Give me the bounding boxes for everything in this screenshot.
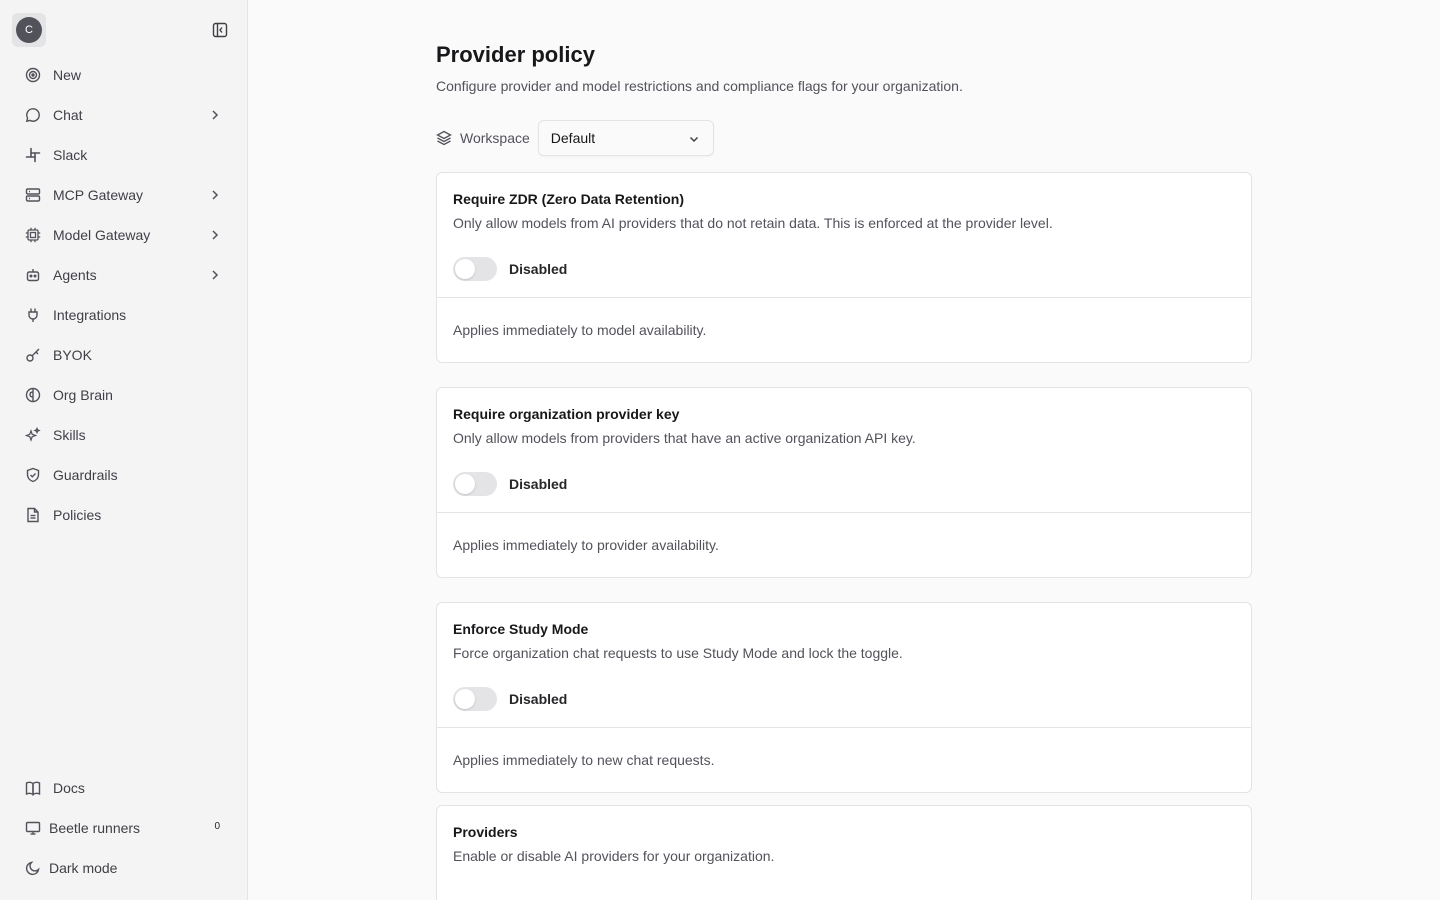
sidebar-item-policies[interactable]: Policies xyxy=(12,495,236,535)
toggle-state-label: Disabled xyxy=(509,476,568,492)
zdr-toggle[interactable] xyxy=(453,257,497,281)
study-mode-toggle[interactable] xyxy=(453,687,497,711)
brain-icon xyxy=(24,386,42,404)
card-body: Require organization provider key Only a… xyxy=(437,388,1251,513)
sidebar-item-label: BYOK xyxy=(53,347,92,363)
toggle-state-label: Disabled xyxy=(509,261,568,277)
sidebar-collapse-icon[interactable] xyxy=(210,20,230,40)
workspace-selector-row: Workspace Default xyxy=(436,120,714,156)
sidebar-item-guardrails[interactable]: Guardrails xyxy=(12,455,236,495)
sidebar-item-integrations[interactable]: Integrations xyxy=(12,295,236,335)
toggle-row: Disabled xyxy=(453,687,567,711)
toggle-knob xyxy=(455,474,475,494)
card-footer-text: Applies immediately to provider availabi… xyxy=(453,537,719,553)
moon-icon xyxy=(24,859,42,877)
target-icon xyxy=(24,66,42,84)
bot-icon xyxy=(24,266,42,284)
card-title: Providers xyxy=(453,824,518,840)
card-footer: Applies immediately to new chat requests… xyxy=(437,728,1251,792)
card-description: Enable or disable AI providers for your … xyxy=(453,848,775,864)
study-mode-card: Enforce Study Mode Force organization ch… xyxy=(436,602,1252,793)
sidebar-item-beetle-runners[interactable]: Beetle runners 0 xyxy=(12,808,236,848)
card-title: Enforce Study Mode xyxy=(453,621,589,637)
sidebar: C New Chat Slack MCP Gateway Model Gatew… xyxy=(0,0,248,900)
sidebar-item-label: Dark mode xyxy=(49,860,118,876)
sidebar-header: C xyxy=(12,13,236,47)
card-description: Force organization chat requests to use … xyxy=(453,645,903,661)
shield-check-icon xyxy=(24,466,42,484)
main-content: Provider policy Configure provider and m… xyxy=(248,0,1440,900)
cpu-icon xyxy=(24,226,42,244)
toggle-row: Disabled xyxy=(453,257,567,281)
runners-count-badge: 0 xyxy=(214,821,220,832)
sparkles-icon xyxy=(24,426,42,444)
org-provider-key-card: Require organization provider key Only a… xyxy=(436,387,1252,578)
org-switcher-button[interactable]: C xyxy=(12,13,46,47)
book-icon xyxy=(24,779,42,797)
toggle-row: Disabled xyxy=(453,472,567,496)
sidebar-item-org-brain[interactable]: Org Brain xyxy=(12,375,236,415)
page-title: Provider policy xyxy=(436,42,595,67)
server-icon xyxy=(24,186,42,204)
sidebar-item-label: Integrations xyxy=(53,307,127,323)
document-icon xyxy=(24,506,42,524)
workspace-selected-value: Default xyxy=(550,130,596,146)
card-body: Enforce Study Mode Force organization ch… xyxy=(437,603,1251,728)
sidebar-item-mcp-gateway[interactable]: MCP Gateway xyxy=(12,175,236,215)
sidebar-item-label: Policies xyxy=(53,507,102,523)
sidebar-item-agents[interactable]: Agents xyxy=(12,255,236,295)
card-footer: Applies immediately to model availabilit… xyxy=(437,298,1251,362)
chevron-right-icon xyxy=(212,110,219,120)
toggle-knob xyxy=(455,689,475,709)
sidebar-item-label: New xyxy=(53,67,82,83)
card-title: Require organization provider key xyxy=(453,406,680,422)
providers-card: Providers Enable or disable AI providers… xyxy=(436,805,1252,900)
org-provider-key-toggle[interactable] xyxy=(453,472,497,496)
zdr-policy-card: Require ZDR (Zero Data Retention) Only a… xyxy=(436,172,1252,363)
sidebar-item-label: Model Gateway xyxy=(53,227,151,243)
toggle-state-label: Disabled xyxy=(509,691,568,707)
chevron-right-icon xyxy=(212,230,219,240)
workspace-select[interactable]: Default xyxy=(537,120,714,156)
layers-icon xyxy=(436,130,452,146)
sidebar-item-chat[interactable]: Chat xyxy=(12,95,236,135)
sidebar-item-label: Beetle runners xyxy=(49,820,141,836)
chevron-down-icon xyxy=(689,136,698,143)
page-subtitle: Configure provider and model restriction… xyxy=(436,78,963,94)
sidebar-item-label: Docs xyxy=(53,780,85,796)
avatar: C xyxy=(16,17,42,43)
plug-icon xyxy=(24,306,42,324)
sidebar-item-new[interactable]: New xyxy=(12,55,236,95)
sidebar-footer: Docs Beetle runners 0 Dark mode xyxy=(12,768,236,888)
sidebar-item-label: Agents xyxy=(53,267,97,283)
chat-bubble-icon xyxy=(24,106,42,124)
chevron-right-icon xyxy=(212,270,219,280)
card-description: Only allow models from providers that ha… xyxy=(453,430,916,446)
card-footer-text: Applies immediately to new chat requests… xyxy=(453,752,715,768)
sidebar-item-label: Guardrails xyxy=(53,467,118,483)
dark-mode-toggle[interactable]: Dark mode xyxy=(12,848,236,888)
sidebar-item-label: MCP Gateway xyxy=(53,187,143,203)
card-footer-text: Applies immediately to model availabilit… xyxy=(453,322,707,338)
chevron-right-icon xyxy=(212,190,219,200)
slack-icon xyxy=(24,146,42,164)
sidebar-item-label: Skills xyxy=(53,427,86,443)
sidebar-item-docs[interactable]: Docs xyxy=(12,768,236,808)
sidebar-item-byok[interactable]: BYOK xyxy=(12,335,236,375)
card-footer: Applies immediately to provider availabi… xyxy=(437,513,1251,577)
sidebar-item-skills[interactable]: Skills xyxy=(12,415,236,455)
key-icon xyxy=(24,346,42,364)
sidebar-item-model-gateway[interactable]: Model Gateway xyxy=(12,215,236,255)
card-body: Require ZDR (Zero Data Retention) Only a… xyxy=(437,173,1251,298)
toggle-knob xyxy=(455,259,475,279)
card-description: Only allow models from AI providers that… xyxy=(453,215,1053,231)
workspace-label: Workspace xyxy=(460,130,530,146)
sidebar-item-label: Slack xyxy=(53,147,88,163)
sidebar-item-slack[interactable]: Slack xyxy=(12,135,236,175)
sidebar-item-label: Org Brain xyxy=(53,387,113,403)
card-title: Require ZDR (Zero Data Retention) xyxy=(453,191,685,207)
monitor-icon xyxy=(24,819,42,837)
sidebar-item-label: Chat xyxy=(53,107,83,123)
sidebar-nav: New Chat Slack MCP Gateway Model Gateway… xyxy=(12,55,236,535)
